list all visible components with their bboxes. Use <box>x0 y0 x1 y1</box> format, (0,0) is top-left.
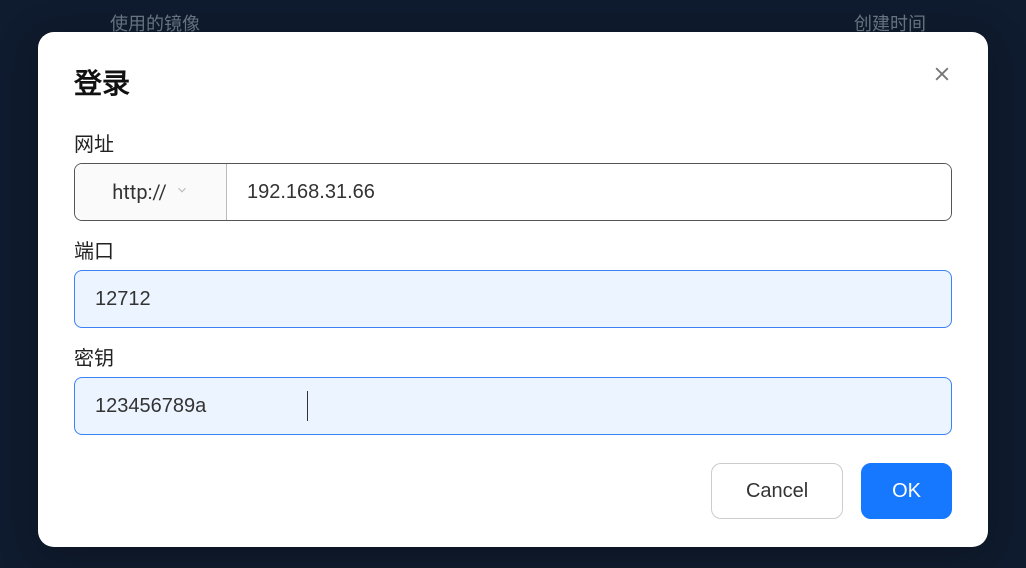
close-icon <box>932 64 952 84</box>
secret-label: 密钥 <box>74 342 952 371</box>
ok-button[interactable]: OK <box>861 463 952 519</box>
protocol-select[interactable]: http:// <box>75 164 227 220</box>
chevron-down-icon <box>175 183 189 201</box>
text-cursor <box>307 391 308 421</box>
port-label: 端口 <box>74 235 952 264</box>
url-group: 网址 http:// <box>74 128 952 221</box>
cancel-button[interactable]: Cancel <box>711 463 843 519</box>
port-input[interactable] <box>74 270 952 328</box>
url-row: http:// <box>74 163 952 221</box>
login-modal: 登录 网址 http:// 端 <box>38 32 988 547</box>
modal-footer: Cancel OK <box>74 463 952 519</box>
secret-group: 密钥 <box>74 342 952 435</box>
secret-input[interactable] <box>74 377 952 435</box>
modal-overlay: 登录 网址 http:// 端 <box>0 0 1026 568</box>
close-button[interactable] <box>930 62 954 86</box>
protocol-value: http:// <box>112 180 167 204</box>
url-label: 网址 <box>74 128 952 157</box>
url-input[interactable] <box>227 164 951 220</box>
port-group: 端口 <box>74 235 952 328</box>
modal-title: 登录 <box>74 62 952 102</box>
